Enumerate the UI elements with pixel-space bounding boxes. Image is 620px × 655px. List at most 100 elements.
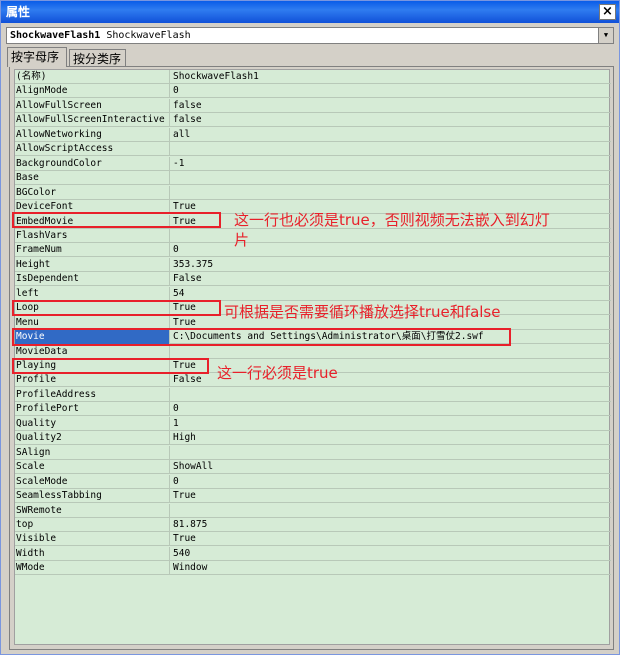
- property-row[interactable]: SWRemote: [15, 503, 611, 518]
- property-name[interactable]: BackgroundColor: [15, 156, 170, 171]
- property-row[interactable]: Width 540: [15, 546, 611, 561]
- property-row[interactable]: Base: [15, 171, 611, 186]
- property-value[interactable]: [172, 171, 611, 185]
- chevron-down-icon[interactable]: ▼: [598, 28, 613, 43]
- property-value[interactable]: 353.375: [172, 258, 611, 272]
- highlight-loop: [12, 300, 221, 316]
- object-name: ShockwaveFlash1: [10, 30, 101, 41]
- property-row[interactable]: Quality2 High: [15, 431, 611, 446]
- object-type: ShockwaveFlash: [106, 30, 191, 41]
- property-value[interactable]: 0: [172, 475, 611, 489]
- property-name[interactable]: top: [15, 517, 170, 532]
- property-name[interactable]: Base: [15, 171, 170, 186]
- property-value[interactable]: false: [172, 99, 611, 113]
- property-value[interactable]: all: [172, 128, 611, 142]
- property-row[interactable]: Height 353.375: [15, 257, 611, 272]
- property-value[interactable]: ShockwaveFlash1: [172, 70, 611, 84]
- close-button[interactable]: ×: [599, 4, 616, 20]
- property-name[interactable]: Visible: [15, 532, 170, 547]
- property-value[interactable]: [172, 504, 611, 518]
- property-name[interactable]: ScaleMode: [15, 474, 170, 489]
- highlight-movie: [12, 328, 511, 346]
- property-value[interactable]: Window: [172, 561, 611, 575]
- property-value[interactable]: True: [172, 489, 611, 503]
- property-name[interactable]: SeamlessTabbing: [15, 489, 170, 504]
- property-value[interactable]: false: [172, 113, 611, 127]
- property-row[interactable]: Scale ShowAll: [15, 460, 611, 475]
- property-row[interactable]: AllowFullScreen false: [15, 98, 611, 113]
- property-name[interactable]: Quality2: [15, 431, 170, 446]
- property-name[interactable]: IsDependent: [15, 272, 170, 287]
- property-row[interactable]: AllowFullScreenInteractive false: [15, 113, 611, 128]
- property-name[interactable]: (名称): [15, 70, 170, 84]
- annotation-loop: 可根据是否需要循环播放选择true和false: [224, 303, 501, 321]
- property-name[interactable]: FrameNum: [15, 243, 170, 258]
- property-row[interactable]: Quality 1: [15, 416, 611, 431]
- property-row[interactable]: WMode Window: [15, 561, 611, 576]
- property-row[interactable]: top 81.875: [15, 517, 611, 532]
- property-value[interactable]: [172, 388, 611, 402]
- property-row[interactable]: ProfilePort 0: [15, 402, 611, 417]
- property-name[interactable]: Height: [15, 257, 170, 272]
- property-value[interactable]: High: [172, 431, 611, 445]
- property-name[interactable]: BGColor: [15, 185, 170, 200]
- property-row[interactable]: (名称) ShockwaveFlash1: [15, 70, 611, 84]
- property-value[interactable]: 0: [172, 84, 611, 98]
- property-row[interactable]: AlignMode 0: [15, 84, 611, 99]
- property-row[interactable]: SeamlessTabbing True: [15, 489, 611, 504]
- annotation-embedmovie: 这一行也必须是true，否则视频无法嵌入到幻灯 片: [234, 210, 619, 250]
- property-name[interactable]: AllowFullScreen: [15, 98, 170, 113]
- property-name[interactable]: FlashVars: [15, 228, 170, 243]
- annotation-embedmovie-line1: 这一行也必须是true，否则视频无法嵌入到幻灯: [234, 211, 550, 229]
- property-row[interactable]: IsDependent False: [15, 272, 611, 287]
- property-name[interactable]: AllowScriptAccess: [15, 142, 170, 157]
- tab-categorized[interactable]: 按分类序: [69, 49, 126, 66]
- property-value[interactable]: 54: [172, 287, 611, 301]
- property-value[interactable]: -1: [172, 157, 611, 171]
- property-row[interactable]: AllowNetworking all: [15, 127, 611, 142]
- property-name[interactable]: AllowFullScreenInteractive: [15, 113, 170, 128]
- property-value[interactable]: [172, 345, 611, 359]
- property-name[interactable]: ProfileAddress: [15, 387, 170, 402]
- highlight-embedmovie: [12, 212, 221, 228]
- property-name[interactable]: WMode: [15, 561, 170, 576]
- window-title: 属性: [6, 5, 31, 19]
- property-name[interactable]: ProfilePort: [15, 402, 170, 417]
- property-grid: (名称) ShockwaveFlash1 AlignMode 0 AllowFullSc…: [14, 69, 611, 645]
- property-value[interactable]: False: [172, 272, 611, 286]
- property-value[interactable]: [172, 142, 611, 156]
- property-row[interactable]: AllowScriptAccess: [15, 142, 611, 157]
- property-row[interactable]: ProfileAddress: [15, 387, 611, 402]
- property-row[interactable]: BackgroundColor -1: [15, 156, 611, 171]
- annotation-playing: 这一行必须是true: [217, 364, 338, 382]
- property-row[interactable]: Visible True: [15, 532, 611, 547]
- property-name[interactable]: MovieData: [15, 344, 170, 359]
- property-value[interactable]: [172, 186, 611, 200]
- property-name[interactable]: Profile: [15, 373, 170, 388]
- property-name[interactable]: SWRemote: [15, 503, 170, 518]
- properties-window: 属性 × ShockwaveFlash1 ShockwaveFlash ▼ 按字…: [0, 0, 620, 655]
- property-name[interactable]: SAlign: [15, 445, 170, 460]
- property-name[interactable]: Quality: [15, 416, 170, 431]
- property-value[interactable]: True: [172, 532, 611, 546]
- property-name[interactable]: left: [15, 286, 170, 301]
- property-value[interactable]: 81.875: [172, 518, 611, 532]
- property-row[interactable]: SAlign: [15, 445, 611, 460]
- property-name[interactable]: Scale: [15, 460, 170, 475]
- object-selector[interactable]: ShockwaveFlash1 ShockwaveFlash ▼: [6, 27, 614, 44]
- property-row[interactable]: left 54: [15, 286, 611, 301]
- property-value[interactable]: 540: [172, 547, 611, 561]
- property-name[interactable]: AlignMode: [15, 84, 170, 99]
- property-name[interactable]: AllowNetworking: [15, 127, 170, 142]
- property-row[interactable]: ScaleMode 0: [15, 474, 611, 489]
- property-row[interactable]: MovieData: [15, 344, 611, 359]
- property-value[interactable]: 1: [172, 417, 611, 431]
- property-value[interactable]: [172, 446, 611, 460]
- tab-alphabetic[interactable]: 按字母序: [7, 47, 67, 67]
- highlight-playing: [12, 358, 209, 374]
- title-bar[interactable]: 属性 ×: [1, 1, 619, 23]
- property-name[interactable]: Width: [15, 546, 170, 561]
- property-value[interactable]: ShowAll: [172, 460, 611, 474]
- property-row[interactable]: BGColor: [15, 185, 611, 200]
- property-value[interactable]: 0: [172, 402, 611, 416]
